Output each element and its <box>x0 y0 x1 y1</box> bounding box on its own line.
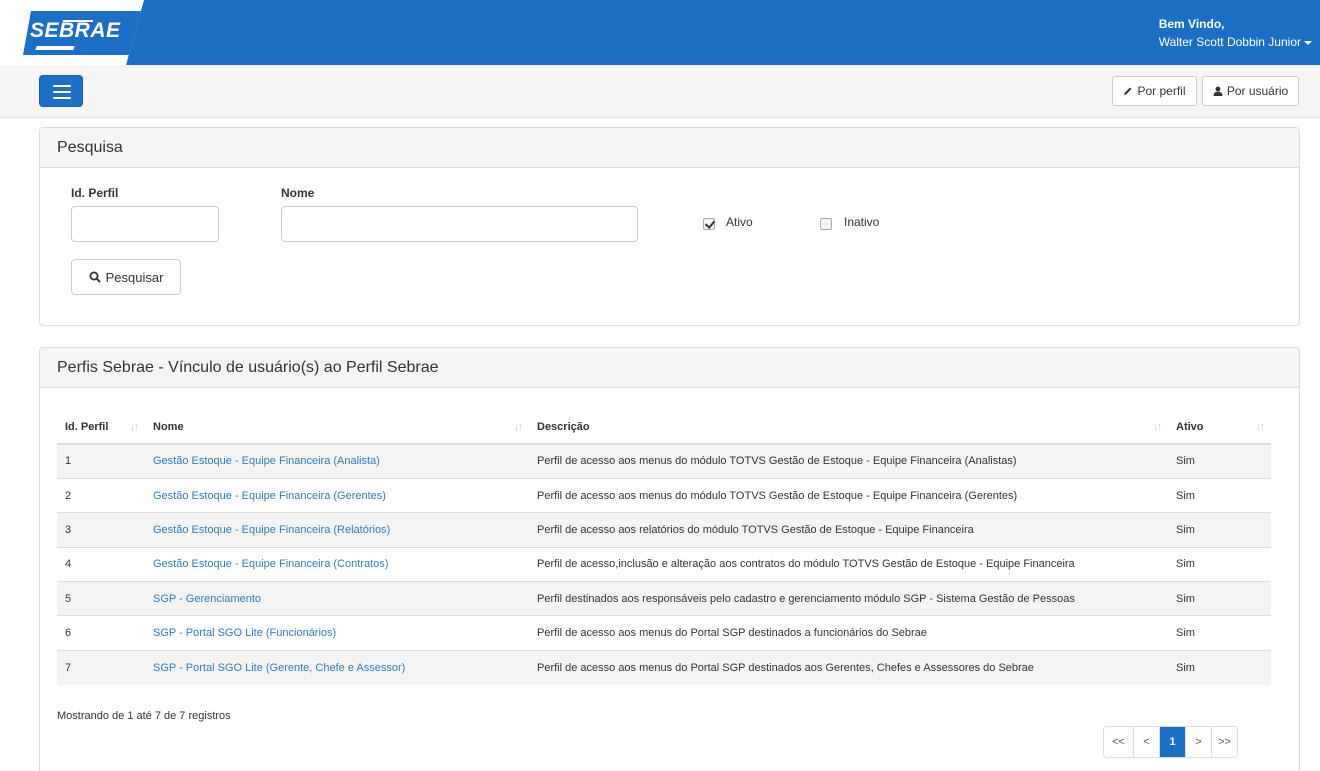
cell-id: 4 <box>57 546 145 582</box>
col-header-id[interactable]: Id. Perfil ↓↑ <box>57 410 145 445</box>
cell-ativo: Sim <box>1168 443 1271 479</box>
nome-label: Nome <box>281 186 315 200</box>
id-perfil-label: Id. Perfil <box>71 186 119 200</box>
hamburger-icon-line <box>53 91 71 93</box>
cell-descricao: Perfil de acesso aos menus do módulo TOT… <box>529 477 1168 513</box>
por-usuario-label: Por usuário <box>1226 84 1289 98</box>
caret-down-icon[interactable] <box>1304 40 1312 45</box>
search-icon <box>89 271 101 283</box>
menu-toggle-button[interactable] <box>39 75 83 107</box>
col-header-label: Nome <box>153 420 184 433</box>
col-header-label: Descrição <box>537 420 590 433</box>
cell-id: 6 <box>57 615 145 651</box>
sort-icon[interactable]: ↓↑ <box>1256 421 1265 433</box>
search-panel-title: Pesquisa <box>40 128 1299 168</box>
nome-input[interactable] <box>281 206 638 242</box>
cell-ativo: Sim <box>1168 649 1271 685</box>
sort-icon[interactable]: ↓↑ <box>514 421 523 433</box>
cell-ativo: Sim <box>1168 477 1271 513</box>
col-header-label: Ativo <box>1176 420 1204 433</box>
pesquisar-button[interactable]: Pesquisar <box>71 259 181 295</box>
cell-id: 1 <box>57 443 145 479</box>
results-panel-title: Perfis Sebrae - Vínculo de usuário(s) ao… <box>40 348 1299 388</box>
sort-icon[interactable]: ↓↑ <box>1153 421 1162 433</box>
logo: SEBRAE <box>30 19 121 42</box>
perfil-link[interactable]: SGP - Portal SGO Lite (Gerente, Chefe e … <box>153 662 405 674</box>
perfil-link[interactable]: SGP - Portal SGO Lite (Funcionários) <box>153 627 336 639</box>
page-current-button[interactable]: 1 <box>1159 727 1185 757</box>
pesquisar-label: Pesquisar <box>105 269 164 285</box>
user-icon <box>1213 86 1223 96</box>
ativo-label[interactable]: Ativo <box>726 215 753 229</box>
sort-icon[interactable]: ↓↑ <box>130 421 139 433</box>
logo-bar <box>63 20 93 22</box>
cell-nome: SGP - Portal SGO Lite (Funcionários) <box>145 615 529 651</box>
results-table: Id. Perfil ↓↑ Nome ↓↑ Descrição ↓↑ Ativo ↓↑ … <box>57 410 1271 685</box>
cell-nome: Gestão Estoque - Equipe Financeira (Anal… <box>145 443 529 479</box>
perfil-link[interactable]: Gestão Estoque - Equipe Financeira (Anal… <box>153 455 380 467</box>
perfil-link[interactable]: Gestão Estoque - Equipe Financeira (Gere… <box>153 490 386 502</box>
logo-underline <box>35 46 75 50</box>
col-header-ativo[interactable]: Ativo ↓↑ <box>1168 410 1271 445</box>
hamburger-icon-line <box>53 85 71 87</box>
cell-descricao: Perfil de acesso aos menus do Portal SGP… <box>529 649 1168 685</box>
por-perfil-button[interactable]: Por perfil <box>1112 76 1197 106</box>
page-next-button[interactable]: > <box>1185 727 1211 757</box>
cell-nome: Gestão Estoque - Equipe Financeira (Cont… <box>145 546 529 582</box>
col-header-label: Id. Perfil <box>65 420 109 433</box>
ativo-checkbox[interactable] <box>703 218 715 230</box>
table-row: 7 SGP - Portal SGO Lite (Gerente, Chefe e… <box>57 649 1271 685</box>
page-prev-button[interactable]: < <box>1133 727 1159 757</box>
logo-container: SEBRAE <box>0 0 144 65</box>
cell-id: 5 <box>57 581 145 616</box>
welcome-text: Bem Vindo, <box>1158 17 1225 31</box>
perfil-link[interactable]: Gestão Estoque - Equipe Financeira (Rela… <box>153 524 390 536</box>
page-first-button[interactable]: << <box>1104 727 1133 757</box>
hamburger-icon-line <box>53 97 71 99</box>
page-last-button[interactable]: >> <box>1211 727 1237 757</box>
cell-nome: Gestão Estoque - Equipe Financeira (Gere… <box>145 477 529 513</box>
id-perfil-input[interactable] <box>71 206 219 242</box>
col-header-descricao[interactable]: Descrição ↓↑ <box>529 410 1168 445</box>
table-header-row: Id. Perfil ↓↑ Nome ↓↑ Descrição ↓↑ Ativo ↓↑ <box>57 410 1271 445</box>
cell-id: 3 <box>57 512 145 548</box>
perfil-link[interactable]: SGP - Gerenciamento <box>153 593 261 605</box>
cell-id: 7 <box>57 649 145 685</box>
results-info: Mostrando de 1 até 7 de 7 registros <box>57 710 231 722</box>
table-row: 3 Gestão Estoque - Equipe Financeira (Rel… <box>57 512 1271 548</box>
search-panel: Pesquisa <box>39 127 1300 326</box>
cell-nome: Gestão Estoque - Equipe Financeira (Rela… <box>145 512 529 548</box>
perfil-link[interactable]: Gestão Estoque - Equipe Financeira (Cont… <box>153 558 388 570</box>
cell-descricao: Perfil de acesso aos relatórios do módul… <box>529 512 1168 548</box>
cell-ativo: Sim <box>1168 546 1271 582</box>
user-name[interactable]: Walter Scott Dobbin Junior <box>1159 35 1301 49</box>
inativo-label[interactable]: Inativo <box>844 215 879 229</box>
cell-descricao: Perfil de acesso,inclusão e alteração ao… <box>529 546 1168 582</box>
cell-nome: SGP - Portal SGO Lite (Gerente, Chefe e … <box>145 649 529 685</box>
pagination: << < 1 > >> <box>1103 726 1238 758</box>
cell-ativo: Sim <box>1168 615 1271 651</box>
col-header-nome[interactable]: Nome ↓↑ <box>145 410 529 445</box>
por-perfil-label: Por perfil <box>1137 84 1186 98</box>
pencil-icon <box>1124 87 1132 95</box>
cell-descricao: Perfil destinados aos responsáveis pelo … <box>529 581 1168 616</box>
cell-id: 2 <box>57 477 145 513</box>
cell-descricao: Perfil de acesso aos menus do Portal SGP… <box>529 615 1168 651</box>
cell-ativo: Sim <box>1168 581 1271 616</box>
cell-descricao: Perfil de acesso aos menus do módulo TOT… <box>529 443 1168 479</box>
inativo-checkbox[interactable] <box>820 218 832 230</box>
table-row: 1 Gestão Estoque - Equipe Financeira (Ana… <box>57 443 1271 479</box>
cell-ativo: Sim <box>1168 512 1271 548</box>
por-usuario-button[interactable]: Por usuário <box>1202 76 1299 106</box>
cell-nome: SGP - Gerenciamento <box>145 581 529 616</box>
table-row: 4 Gestão Estoque - Equipe Financeira (Con… <box>57 546 1271 582</box>
table-row: 6 SGP - Portal SGO Lite (Funcionários) Per… <box>57 615 1271 651</box>
table-row: 2 Gestão Estoque - Equipe Financeira (Ger… <box>57 477 1271 513</box>
table-row: 5 SGP - Gerenciamento Perfil destinados ao… <box>57 581 1271 616</box>
user-menu[interactable]: Bem Vindo, Walter Scott Dobbin Junior <box>1159 15 1312 51</box>
top-header: SEBRAE Bem Vindo, Walter Scott Dobbin Ju… <box>0 0 1320 65</box>
